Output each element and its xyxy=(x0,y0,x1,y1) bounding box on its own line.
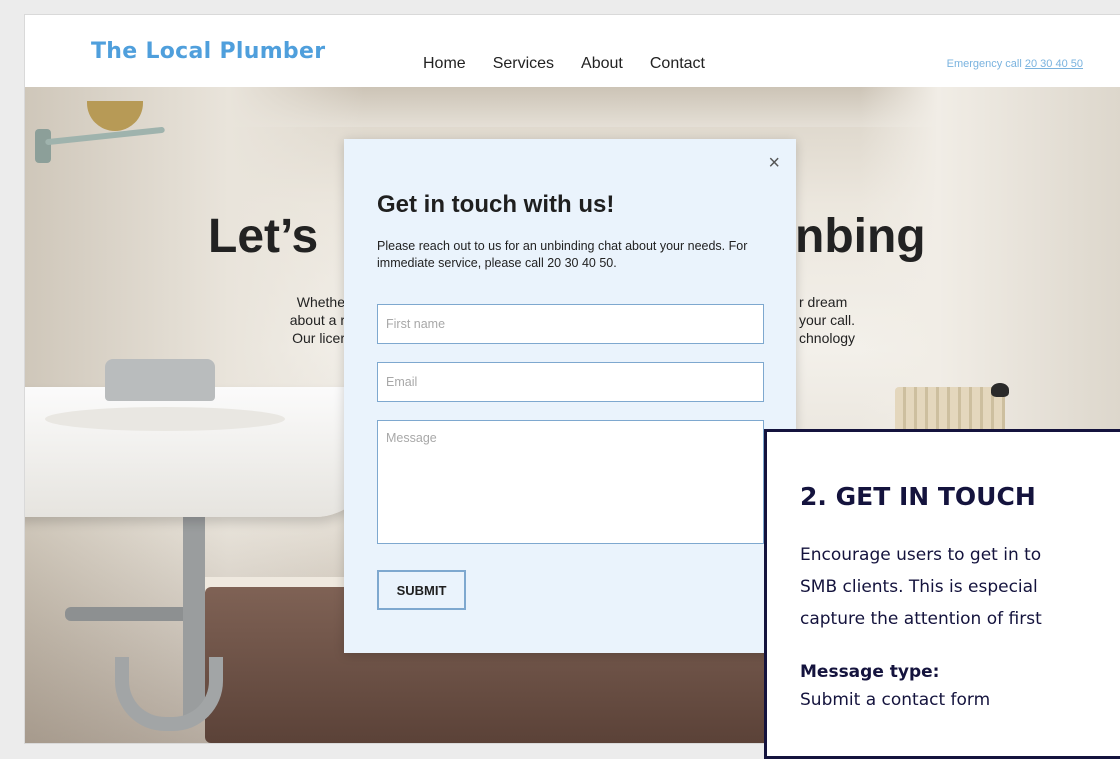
submit-button[interactable]: SUBMIT xyxy=(377,570,466,610)
hero-text-right: r dream your call. chnology xyxy=(799,293,919,347)
hero-text-right-line: chnology xyxy=(799,330,856,346)
first-name-field[interactable] xyxy=(377,304,764,344)
hero-text-left-line: Our licer xyxy=(292,330,345,346)
annotation-body-line: SMB clients. This is especial xyxy=(800,577,1038,597)
site-logo[interactable]: The Local Plumber xyxy=(91,39,325,64)
faucet xyxy=(105,359,215,401)
hero-text-left-line: about a r xyxy=(289,312,345,328)
emergency-phone-link[interactable]: 20 30 40 50 xyxy=(1025,58,1083,70)
radiator-knob xyxy=(991,383,1009,397)
hero-text-left-line: Whethe xyxy=(296,294,345,310)
annotation-card: 2. GET IN TOUCH Encourage users to get i… xyxy=(764,429,1120,759)
close-icon[interactable]: × xyxy=(768,153,780,173)
site-header: The Local Plumber Home Services About Co… xyxy=(25,15,1120,87)
annotation-label: Message type: xyxy=(800,662,940,682)
sink xyxy=(25,387,375,517)
annotation-body: Encourage users to get in to SMB clients… xyxy=(800,539,1120,635)
nav-about[interactable]: About xyxy=(581,55,623,73)
email-field[interactable] xyxy=(377,362,764,402)
message-field[interactable] xyxy=(377,420,764,544)
modal-description: Please reach out to us for an unbinding … xyxy=(377,239,748,270)
sink-basin xyxy=(45,407,285,431)
main-nav: Home Services About Contact xyxy=(423,55,732,73)
annotation-body-line: Encourage users to get in to xyxy=(800,545,1042,565)
annotation-value: Submit a contact form xyxy=(800,690,991,710)
shelf-bracket xyxy=(35,129,51,163)
nav-home[interactable]: Home xyxy=(423,55,466,73)
hero-text-right-line: your call. xyxy=(799,312,856,328)
emergency-label: Emergency call xyxy=(946,58,1025,70)
annotation-title: 2. GET IN TOUCH xyxy=(800,482,1036,511)
hero-title-right: nbing xyxy=(795,210,926,263)
emergency-call: Emergency call 20 30 40 50 xyxy=(947,58,1083,70)
hero-text-right-line: r dream xyxy=(799,294,848,310)
modal-title: Get in touch with us! xyxy=(377,191,615,218)
contact-modal: × Get in touch with us! Please reach out… xyxy=(344,139,796,653)
annotation-body-line: capture the attention of first xyxy=(800,609,1042,629)
hero-text-left: Whethe about a r Our licer xyxy=(265,293,345,347)
nav-services[interactable]: Services xyxy=(493,55,554,73)
nav-contact[interactable]: Contact xyxy=(650,55,705,73)
hero-title-left: Let’s xyxy=(208,210,319,263)
